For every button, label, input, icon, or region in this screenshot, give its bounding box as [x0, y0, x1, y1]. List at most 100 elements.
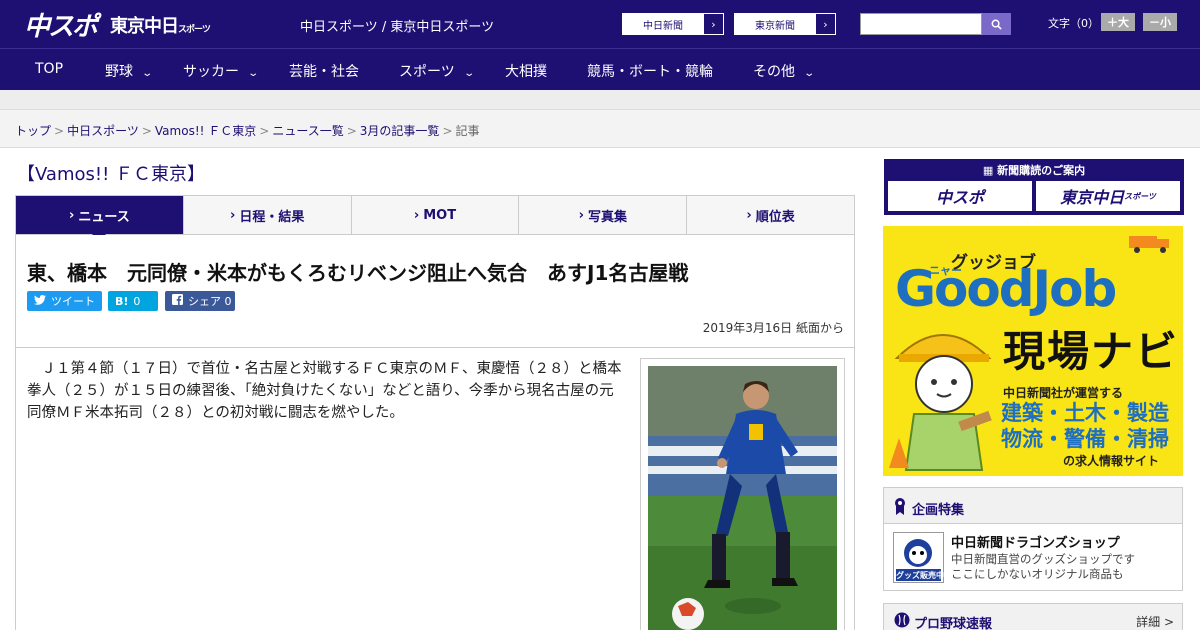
nav-label: その他 [753, 64, 795, 80]
article-lead: Ｊ１第４節（１７日）で首位・名古屋と対戦するＦＣ東京のＭＦ、東慶悟（２８）と橋本… [27, 361, 622, 421]
hatena-bookmark-button[interactable]: B! 0 [108, 291, 158, 311]
nav-item-top[interactable]: TOP [35, 61, 63, 77]
breadcrumb-current: 記事 [455, 124, 480, 138]
shop-desc-line2: ここにしかないオリジナル商品も [951, 567, 1124, 581]
breadcrumb-top[interactable]: トップ [15, 124, 51, 138]
facebook-share-label: シェア [188, 295, 221, 308]
nav-item-soccer[interactable]: サッカー ⌄ [183, 61, 260, 81]
newspaper-icon: ▦ [982, 164, 994, 177]
nav-item-baseball[interactable]: 野球 ⌄ [105, 61, 154, 81]
nav-label: スポーツ [399, 64, 455, 80]
search-button[interactable] [982, 13, 1011, 35]
ad-categories: 建築・土木・製造 物流・警備・清掃 [1001, 400, 1169, 452]
font-bigger-button[interactable]: ＋大 [1101, 13, 1135, 31]
baseball-icon [894, 612, 910, 630]
subscription-banner[interactable]: ▦ 新聞購読のご案内 中スポ 東京中日 スポーツ [884, 159, 1184, 215]
article-header: 東、橋本 元同僚・米本がもくろむリベンジ阻止へ気合 あすJ1名古屋戦 ツイート … [15, 235, 855, 348]
nav-item-sumo[interactable]: 大相撲 [505, 61, 547, 81]
ad-footer: の求人情報サイト [1063, 454, 1160, 468]
font-size-label: 文字（0） [1048, 17, 1099, 30]
breadcrumb-march-list[interactable]: 3月の記事一覧 [360, 124, 440, 138]
article-photo[interactable] [640, 358, 845, 630]
site-title[interactable]: 中日スポーツ / 東京中日スポーツ [300, 16, 494, 35]
nav-label: サッカー [183, 64, 239, 80]
article-body: Ｊ１第４節（１７日）で首位・名古屋と対戦するＦＣ東京のＭＦ、東慶悟（２８）と橋本… [15, 348, 855, 630]
chevron-right-icon: › [578, 207, 584, 223]
chevron-right-icon: › [815, 14, 835, 34]
pro-baseball-detail-link[interactable]: 詳細 > [1136, 613, 1174, 630]
facebook-icon [172, 294, 183, 308]
nav-item-entertainment[interactable]: 芸能・社会 [289, 61, 359, 81]
tab-label: 順位表 [755, 209, 795, 225]
twitter-icon [34, 294, 46, 308]
ad-brand: GoodJob [895, 260, 1117, 318]
nav-item-sports[interactable]: スポーツ ⌄ [399, 61, 475, 81]
goodjob-ad-banner[interactable]: ニャー グッジョブ GoodJob 現場ナビ 中日新聞社が運営する 建築・土木・… [883, 226, 1183, 476]
pro-baseball-title: プロ野球速報 [914, 617, 993, 630]
subscribe-tokyo-button[interactable]: 東京中日 スポーツ [1036, 181, 1180, 211]
nav-item-racing[interactable]: 競馬・ボート・競輪 [587, 61, 713, 81]
dragons-shop-description: 中日新聞直営のグッズショップです ここにしかないオリジナル商品も [951, 552, 1135, 582]
tokyo-logo-small: スポーツ [178, 25, 211, 35]
tab-label: MOT [423, 207, 457, 223]
site-header: 中スポ 東京中日スポーツ 中日スポーツ / 東京中日スポーツ 中日新聞 › 東京… [0, 0, 1200, 48]
shop-desc-line1: 中日新聞直営のグッズショップです [951, 552, 1135, 566]
ad-categories-1: 建築・土木・製造 [1001, 401, 1169, 425]
breadcrumb-vamos[interactable]: Vamos!! ＦＣ東京 [155, 124, 256, 138]
tab-photos[interactable]: › 写真集 [519, 196, 688, 234]
tokyo-chunichi-logo[interactable]: 東京中日スポーツ [110, 12, 211, 38]
font-smaller-button[interactable]: －小 [1143, 13, 1177, 31]
truck-icon [1129, 236, 1169, 253]
chevron-down-icon: ⌄ [141, 68, 154, 79]
search-icon [991, 19, 1002, 30]
article-headline: 東、橋本 元同僚・米本がもくろむリベンジ阻止へ気合 あすJ1名古屋戦 [27, 261, 689, 285]
chunichi-shimbun-label: 中日新聞 [643, 20, 683, 32]
tab-schedule[interactable]: › 日程・結果 [184, 196, 352, 234]
section-title: 【Vamos!! ＦＣ東京】 [17, 164, 206, 185]
tab-mot[interactable]: › MOT [352, 196, 520, 234]
ad-strip [0, 90, 1200, 110]
tokyo-logo-text: 東京中日 [110, 16, 179, 37]
feature-title: 企画特集 [912, 503, 965, 518]
nav-item-other[interactable]: その他 ⌄ [753, 61, 816, 81]
subscribe-chuspo-button[interactable]: 中スポ [888, 181, 1032, 211]
breadcrumb-news-list[interactable]: ニュース一覧 [272, 124, 343, 138]
ad-categories-2: 物流・警備・清掃 [1001, 427, 1169, 451]
subscription-title: ▦ 新聞購読のご案内 [884, 162, 1184, 178]
tokyo-shimbun-link[interactable]: 東京新聞 › [734, 13, 836, 35]
tab-label: ニュース [78, 209, 130, 225]
hatena-count: 0 [133, 294, 141, 308]
main-nav: TOP 野球 ⌄ サッカー ⌄ 芸能・社会 スポーツ ⌄ 大相撲 競馬・ボート・競輪 … [0, 48, 1200, 90]
breadcrumb-chunichi-sports[interactable]: 中日スポーツ [67, 124, 139, 138]
facebook-share-button[interactable]: シェア 0 [165, 291, 235, 311]
chevron-right-icon: › [230, 207, 236, 223]
tab-standings[interactable]: › 順位表 [687, 196, 854, 234]
ribbon-icon [894, 497, 906, 519]
tab-news[interactable]: › ニュース [16, 196, 184, 241]
chevron-right-icon: › [703, 14, 723, 34]
pro-baseball-box: プロ野球速報 詳細 > [883, 603, 1183, 630]
facebook-count: 0 [224, 294, 232, 308]
article-date: 2019年3月16日 紙面から [702, 321, 844, 335]
chevron-down-icon: ⌄ [803, 68, 816, 79]
tweet-button[interactable]: ツイート [27, 291, 102, 311]
feature-box: 企画特集 グッズ販売中 中日新聞ドラゴンズショップ 中日新聞直営のグッズショップ… [883, 487, 1183, 591]
tokyo-shimbun-label: 東京新聞 [755, 20, 795, 32]
player-photo [648, 366, 837, 630]
nav-label: 芸能・社会 [289, 64, 359, 80]
nav-label: 競馬・ボート・競輪 [587, 64, 713, 80]
nav-label: 野球 [105, 64, 133, 80]
hatena-icon: B! [115, 294, 129, 308]
chevron-right-icon: › [413, 207, 420, 223]
chevron-right-icon: › [69, 207, 75, 223]
search-input[interactable] [860, 13, 982, 35]
dragons-shop-link[interactable]: 中日新聞ドラゴンズショップ [951, 532, 1120, 551]
breadcrumb-separator: > [141, 124, 152, 138]
chuspo-logo[interactable]: 中スポ [24, 6, 98, 43]
chevron-down-icon: ⌄ [463, 68, 475, 79]
chunichi-shimbun-link[interactable]: 中日新聞 › [622, 13, 724, 35]
tweet-label: ツイート [51, 295, 95, 308]
dragons-shop-thumbnail[interactable]: グッズ販売中 [893, 532, 944, 583]
breadcrumb-separator: > [259, 124, 270, 138]
chevron-down-icon: ⌄ [247, 68, 260, 79]
